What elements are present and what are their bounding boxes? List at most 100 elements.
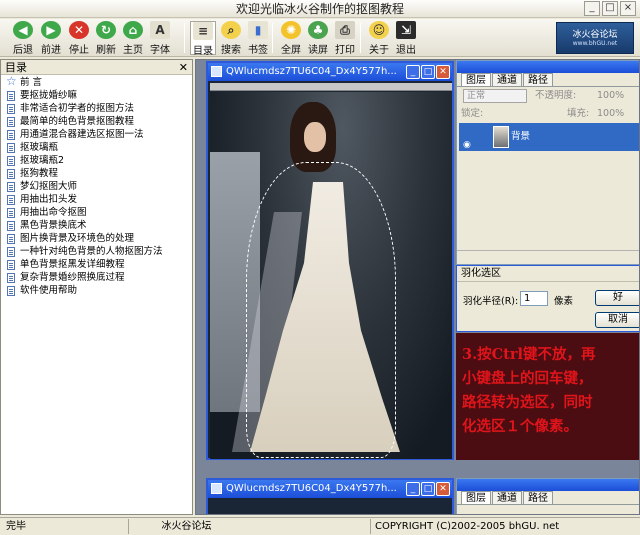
- tab-layers[interactable]: 图层: [461, 73, 491, 86]
- document-titlebar: QWlucmdsz7TU6C04_Dx4Y577h... _ □ ✕: [208, 63, 452, 81]
- tree-item[interactable]: 复杂背景婚纱照换底过程: [1, 271, 192, 284]
- tree-item[interactable]: 抠狗教程: [1, 167, 192, 180]
- tree-item[interactable]: 要抠拢婚纱嘛: [1, 89, 192, 102]
- tree-item[interactable]: 单色背景抠黑发详细教程: [1, 258, 192, 271]
- tree-item[interactable]: 用通道混合器建选区抠图一法: [1, 128, 192, 141]
- tree-item[interactable]: 黑色背景换底术: [1, 219, 192, 232]
- document-icon: [7, 169, 15, 179]
- minimize-icon[interactable]: _: [406, 65, 420, 79]
- home-button[interactable]: ⌂ 主页: [120, 21, 146, 56]
- tab-channels[interactable]: 通道: [492, 73, 522, 86]
- instruction-line: 路径转为选区，同时: [462, 394, 593, 411]
- tree-item[interactable]: ☆ 前 言: [1, 74, 192, 89]
- instruction-line: 3.按Ctrl键不放，再: [462, 346, 596, 363]
- tree-item[interactable]: 用抽出扣头发: [1, 193, 192, 206]
- document-icon: [7, 130, 15, 140]
- toolbar-separator: [360, 23, 361, 53]
- contents-button[interactable]: ≡ 目录: [190, 21, 216, 57]
- tree-item[interactable]: 一种针对纯色背景的人物抠图方法: [1, 245, 192, 258]
- about-button[interactable]: ☺ 关于: [366, 21, 392, 56]
- blend-mode-select[interactable]: 正常: [463, 89, 527, 103]
- cancel-button[interactable]: 取消: [595, 312, 639, 328]
- back-arrow-icon: ◀: [13, 21, 33, 39]
- tree-item[interactable]: 软件使用帮助: [1, 284, 192, 297]
- tab-channels[interactable]: 通道: [492, 491, 522, 504]
- font-button[interactable]: A 字体: [147, 21, 173, 56]
- forward-button[interactable]: ▶ 前进: [38, 21, 64, 56]
- exit-icon: ⇲: [396, 21, 416, 39]
- photoshop-document-window-2: QWlucmdsz7TU6C04_Dx4Y577h... _ □ ✕: [206, 478, 454, 514]
- lock-row: 锁定: 填充: 100%: [457, 105, 639, 123]
- toolbar-separator: [184, 23, 185, 53]
- ok-button[interactable]: 好: [595, 290, 639, 306]
- back-button[interactable]: ◀ 后退: [10, 21, 36, 56]
- document-title: QWlucmdsz7TU6C04_Dx4Y577h...: [226, 66, 397, 77]
- tree-item[interactable]: 抠玻璃瓶: [1, 141, 192, 154]
- fill-value[interactable]: 100%: [597, 105, 624, 123]
- minimize-icon[interactable]: _: [406, 482, 420, 496]
- fullscreen-button[interactable]: ✺ 全屏: [278, 21, 304, 56]
- exit-button[interactable]: ⇲ 退出: [393, 21, 419, 56]
- search-icon: ⌕: [221, 21, 241, 39]
- close-icon[interactable]: ✕: [436, 65, 450, 79]
- print-icon: ⎙: [335, 21, 355, 39]
- document-icon: [7, 221, 15, 231]
- tab-paths[interactable]: 路径: [523, 73, 553, 86]
- tree-item[interactable]: 最简单的纯色背景抠图教程: [1, 115, 192, 128]
- maximize-button[interactable]: □: [602, 1, 618, 16]
- star-icon: ☆: [6, 74, 17, 88]
- document-icon: [7, 104, 15, 114]
- layers-titlebar: [457, 479, 639, 491]
- eye-icon[interactable]: ◉: [463, 131, 477, 150]
- toolbar: ◀ 后退 ▶ 前进 ✕ 停止 ↻ 刷新 ⌂ 主页 A 字体 ≡ 目录 ⌕ 搜索 …: [0, 19, 640, 57]
- document-titlebar: QWlucmdsz7TU6C04_Dx4Y577h... _ □ ✕: [208, 480, 452, 498]
- close-icon[interactable]: ✕: [179, 60, 188, 75]
- layers-titlebar: [457, 61, 639, 73]
- stop-button[interactable]: ✕ 停止: [66, 21, 92, 56]
- status-text: 完毕: [6, 521, 26, 532]
- tree-item[interactable]: 用抽出命令抠图: [1, 206, 192, 219]
- layers-panel: 图层 通道 路径 正常 不透明度: 100% 锁定: 填充: 100% ◉ 背景: [456, 60, 639, 265]
- bookmark-icon: ▮: [248, 21, 268, 39]
- feather-unit: 像素: [554, 296, 574, 307]
- instruction-text: 3.按Ctrl键不放，再 小键盘上的回车键， 路径转为选区，同时 化选区１个像素…: [456, 333, 639, 460]
- bride-photo: [210, 92, 452, 459]
- contents-icon: ≡: [193, 22, 213, 40]
- document-icon: [211, 66, 222, 77]
- read-screen-button[interactable]: ♣ 读屏: [305, 21, 331, 56]
- document-icon: [7, 117, 15, 127]
- feather-dialog: 羽化选区 羽化半径(R): 1 像素 好 取消: [456, 265, 639, 332]
- forward-arrow-icon: ▶: [41, 21, 61, 39]
- background-layer[interactable]: ◉ 背景: [459, 123, 639, 151]
- layer-thumbnail: [493, 126, 509, 148]
- tree-item[interactable]: 梦幻抠图大师: [1, 180, 192, 193]
- feather-radius-input[interactable]: 1: [520, 291, 548, 306]
- close-button[interactable]: ×: [620, 1, 636, 16]
- content-area: QWlucmdsz7TU6C04_Dx4Y577h... _ □ ✕ 图层 通道…: [195, 59, 640, 515]
- layers-panel-2: 图层 通道 路径: [456, 478, 639, 514]
- minimize-button[interactable]: _: [584, 1, 600, 16]
- status-bar: 完毕 冰火谷论坛 COPYRIGHT (C)2002-2005 bhGU. ne…: [0, 517, 640, 535]
- fill-label: 填充:: [567, 108, 590, 119]
- blend-row: 正常 不透明度: 100%: [457, 87, 639, 105]
- maximize-icon[interactable]: □: [421, 482, 435, 496]
- contents-panel-header: 目录 ✕: [1, 60, 192, 75]
- close-icon[interactable]: ✕: [436, 482, 450, 496]
- tree-item[interactable]: 抠玻璃瓶2: [1, 154, 192, 167]
- home-icon: ⌂: [123, 21, 143, 39]
- print-button[interactable]: ⎙ 打印: [332, 21, 358, 56]
- bookmark-button[interactable]: ▮ 书签: [245, 21, 271, 56]
- refresh-button[interactable]: ↻ 刷新: [93, 21, 119, 56]
- tree-item[interactable]: 非常适合初学者的抠图方法: [1, 102, 192, 115]
- document-icon: [7, 195, 15, 205]
- document-icon: [7, 286, 15, 296]
- opacity-value[interactable]: 100%: [597, 87, 624, 105]
- tab-layers[interactable]: 图层: [461, 491, 491, 504]
- forum-logo: 冰火谷论坛 www.bhGU.net: [556, 22, 634, 54]
- tree-item[interactable]: 图片换背景及环境色的处理: [1, 232, 192, 245]
- read-screen-icon: ♣: [308, 21, 328, 39]
- tab-paths[interactable]: 路径: [523, 491, 553, 504]
- document-icon: [7, 260, 15, 270]
- search-button[interactable]: ⌕ 搜索: [218, 21, 244, 56]
- maximize-icon[interactable]: □: [421, 65, 435, 79]
